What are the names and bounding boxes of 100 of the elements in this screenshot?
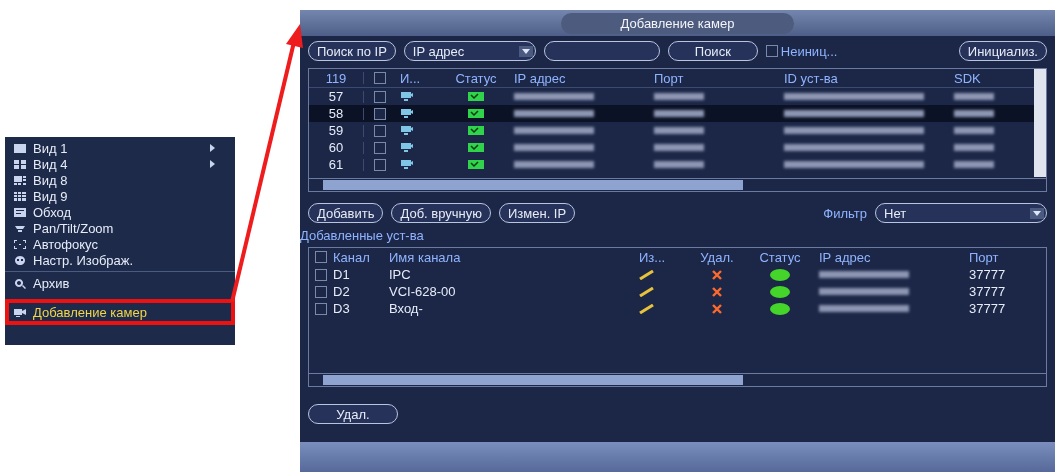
- row-checkbox[interactable]: [374, 141, 386, 154]
- table-row[interactable]: 60: [309, 139, 1034, 156]
- column-header: IP адрес: [513, 70, 567, 86]
- menu-item[interactable]: Вид 4: [5, 156, 235, 172]
- menu-item-icon: [13, 238, 27, 250]
- menu-item[interactable]: Добавление камер: [5, 299, 235, 325]
- row-checkbox[interactable]: [374, 107, 386, 120]
- horizontal-scrollbar[interactable]: [309, 373, 1046, 386]
- port-cell-text: 37777: [969, 301, 1007, 316]
- action-button[interactable]: Доб. вручную: [391, 203, 491, 223]
- delete-icon[interactable]: [712, 269, 722, 280]
- menu-item-icon: [13, 306, 27, 318]
- row-checkbox[interactable]: [315, 302, 327, 315]
- row-number: 60: [327, 140, 345, 155]
- menu-item[interactable]: Обход: [5, 204, 235, 220]
- menu-item-icon: [13, 277, 27, 289]
- column-header: И...: [399, 70, 422, 86]
- connected-icon: [468, 160, 484, 169]
- table-row[interactable]: 57: [309, 88, 1034, 105]
- column-header: ID уст-ва: [784, 70, 839, 86]
- delete-icon[interactable]: [712, 286, 722, 297]
- edit-icon[interactable]: [639, 269, 655, 280]
- redacted-value: [654, 144, 704, 151]
- menu-item-icon: [13, 142, 27, 154]
- action-button[interactable]: Измен. IP: [499, 203, 576, 223]
- search-by-ip-button[interactable]: Поиск по IP: [308, 41, 396, 61]
- vertical-scrollbar[interactable]: [1034, 69, 1046, 177]
- channel-cell-text: D1: [333, 267, 351, 282]
- column-header: Удал.: [699, 249, 735, 265]
- connected-icon: [468, 92, 484, 101]
- filter-select[interactable]: Нет: [875, 203, 1047, 223]
- menu-item[interactable]: Архив: [5, 271, 235, 291]
- channel-cell-text: D2: [333, 284, 351, 299]
- menu-item-icon: [13, 190, 27, 202]
- camera-icon: [400, 91, 414, 102]
- action-button[interactable]: Добавить: [308, 203, 384, 223]
- redacted-value: [654, 161, 704, 168]
- connected-icon: [468, 143, 484, 152]
- menu-item-icon: [13, 206, 27, 218]
- camera-icon: [400, 108, 414, 119]
- column-header: Порт: [654, 70, 685, 86]
- column-header: IP адрес: [818, 249, 872, 265]
- menu-item[interactable]: Вид 8: [5, 172, 235, 188]
- redacted-value: [954, 93, 994, 100]
- dropdown-arrow-icon: [1030, 207, 1044, 219]
- menu-item-icon: [13, 174, 27, 186]
- camera-icon: [400, 159, 414, 170]
- column-header: Имя канала: [389, 249, 462, 265]
- edit-icon[interactable]: [639, 303, 655, 314]
- row-checkbox[interactable]: [315, 285, 327, 298]
- channel-name-cell-text: VCI-628-00: [389, 284, 457, 299]
- initialize-button[interactable]: Инициализ.: [958, 41, 1047, 61]
- menu-item[interactable]: Pan/Tilt/Zoom: [5, 220, 235, 236]
- menu-item-icon: [13, 254, 27, 266]
- channel-cell-text: D3: [333, 301, 351, 316]
- channel-name-cell-text: Вход-: [389, 301, 424, 316]
- connected-icon: [468, 109, 484, 118]
- redacted-value: [954, 161, 994, 168]
- column-header: Статус: [454, 70, 498, 86]
- table-row[interactable]: 59: [309, 122, 1034, 139]
- menu-item[interactable]: Вид 1: [5, 140, 235, 156]
- channel-name-cell-text: IPC: [389, 267, 412, 282]
- row-number: 57: [327, 89, 345, 104]
- redacted-value: [654, 93, 704, 100]
- menu-item[interactable]: Вид 9: [5, 188, 235, 204]
- redacted-value: [654, 110, 704, 117]
- table-row[interactable]: 61: [309, 156, 1034, 173]
- horizontal-scrollbar[interactable]: [309, 178, 1046, 191]
- dropdown-arrow-icon: [518, 45, 533, 57]
- row-number: 61: [327, 157, 345, 172]
- column-header: Канал: [333, 249, 371, 265]
- menu-item[interactable]: Автофокус: [5, 236, 235, 252]
- uninit-checkbox[interactable]: [765, 45, 778, 57]
- mode-select[interactable]: IP адрес: [403, 41, 536, 61]
- search-field[interactable]: [543, 41, 660, 61]
- camera-icon: [400, 125, 414, 136]
- port-cell-text: 37777: [969, 267, 1007, 282]
- column-header: Из...: [639, 249, 667, 265]
- connected-icon: [468, 126, 484, 135]
- menu-item[interactable]: Настр. Изображ.: [5, 252, 235, 268]
- column-header: 119: [324, 70, 348, 86]
- row-checkbox[interactable]: [315, 268, 327, 281]
- checkbox-label: Неиниц...: [780, 43, 838, 59]
- row-checkbox[interactable]: [374, 90, 386, 103]
- dialog-title: Добавление камер: [560, 12, 795, 34]
- row-number: 58: [327, 106, 345, 121]
- row-checkbox[interactable]: [374, 124, 386, 137]
- delete-button[interactable]: Удал.: [308, 404, 398, 424]
- menu-item-icon: [13, 158, 27, 170]
- redacted-value: [654, 127, 704, 134]
- row-checkbox[interactable]: [374, 158, 386, 171]
- redacted-value: [954, 127, 994, 134]
- select-all-checkbox[interactable]: [315, 251, 327, 263]
- table-row[interactable]: 58: [309, 105, 1034, 122]
- select-all-checkbox[interactable]: [374, 72, 386, 84]
- row-number: 59: [327, 123, 345, 138]
- redacted-value: [954, 144, 994, 151]
- delete-icon[interactable]: [712, 303, 722, 314]
- search-button[interactable]: Поиск: [667, 41, 758, 61]
- edit-icon[interactable]: [639, 286, 655, 297]
